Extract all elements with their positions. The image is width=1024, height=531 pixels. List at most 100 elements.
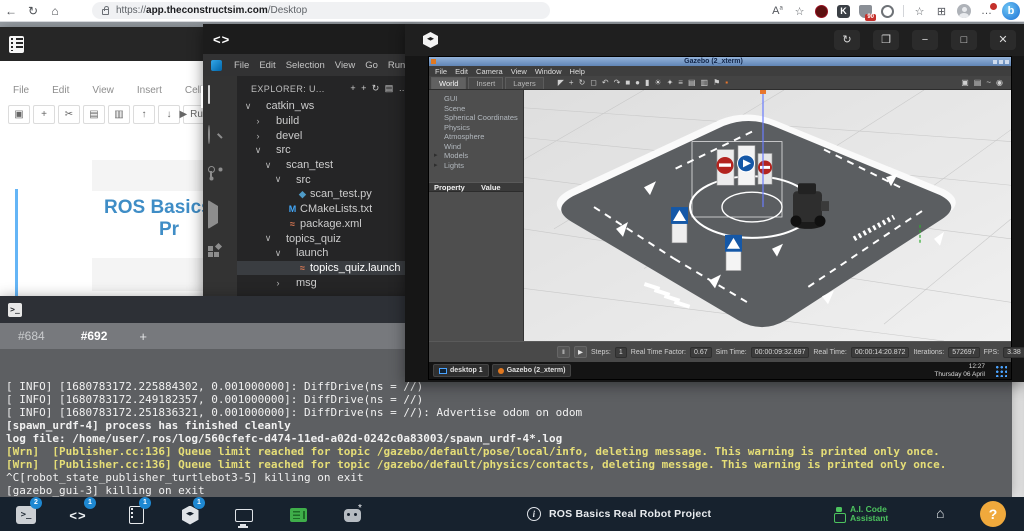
xterm-minimize-icon[interactable] [993,59,997,64]
tree-item[interactable]: › msg [237,275,412,290]
reload-icon[interactable]: ↻ [22,4,44,18]
cylinder-icon[interactable]: ▮ [645,78,649,87]
tree-item[interactable]: ∨ scan_test [237,158,412,173]
project-info[interactable]: i ROS Basics Real Robot Project [527,497,711,531]
terminal-tab[interactable]: #692 [63,323,126,349]
new-folder-icon[interactable]: + [361,83,367,94]
tree-item[interactable]: › devel [237,128,412,143]
gazebo-menu-item[interactable]: File [435,67,447,76]
save-button[interactable]: ▣ [8,105,30,124]
new-file-icon[interactable]: + [350,83,356,94]
help-button[interactable]: ? [980,501,1006,527]
xterm-maximize-icon[interactable] [999,59,1003,64]
cut-cell-button[interactable]: ✂ [58,105,80,124]
paste-icon[interactable]: ▥ [701,78,709,87]
workspace-grid-icon[interactable] [994,364,1007,377]
move-cell-up-button[interactable]: ↑ [133,105,155,124]
adblock-shield-icon[interactable]: 90 [859,4,876,21]
home-button[interactable]: ⌂ [936,505,944,521]
pause-button[interactable]: ‖ [557,346,570,358]
vscode-titlebar[interactable]: <> [203,24,412,54]
gazebo-menu-item[interactable]: View [511,67,527,76]
source-control-activity-icon[interactable] [208,166,232,188]
video-record-icon[interactable]: ◉ [996,78,1003,87]
notebook-menu-item[interactable]: Cell [185,85,202,96]
insert-marker-icon[interactable]: ▪ [725,78,728,87]
collapse-folders-icon[interactable]: ▤ [385,83,394,94]
extension-circle-icon[interactable] [881,4,894,18]
taskbar-robot-button[interactable]: * [340,503,364,526]
undo-icon[interactable]: ↶ [602,78,609,87]
vscode-menu-item[interactable]: File [234,60,249,71]
desktop-taskbar-button[interactable]: desktop 1 [433,364,489,377]
screenshot-icon[interactable]: ▣ [961,78,969,87]
favorites-icon[interactable]: ☆ [913,5,926,18]
world-tree-item[interactable]: Physics [429,123,523,133]
more-menu-icon[interactable]: … [980,3,997,17]
site-settings-icon[interactable]: ☆ [793,5,806,18]
collections-icon[interactable]: ⊞ [935,5,948,18]
popout-button[interactable]: ❐ [873,30,899,50]
extension-k-icon[interactable]: K [837,4,850,18]
vscode-menu-item[interactable]: Run [388,60,405,71]
redo-icon[interactable]: ↷ [614,78,621,87]
directional-light-icon[interactable]: ≡ [678,78,683,87]
vscode-menu-item[interactable]: Selection [286,60,325,71]
notebook-menu-item[interactable]: File [13,85,29,96]
tree-item[interactable]: ≈ package.xml [237,217,412,232]
step-button[interactable]: ▶ [574,346,587,358]
add-cell-button[interactable]: + [33,105,55,124]
back-icon[interactable]: ← [0,4,22,18]
world-tree-item[interactable]: ▸ Models [429,151,523,161]
gazebo-panel-tab[interactable]: Insert [468,76,504,89]
world-tree-item[interactable]: GUI [429,94,523,104]
xterm-close-icon[interactable] [1005,59,1009,64]
refresh-explorer-icon[interactable]: ↻ [372,83,380,94]
tree-item[interactable]: › build [237,114,412,129]
tree-item[interactable]: ≈ topics_quiz.launch [237,260,412,276]
ai-code-assistant-button[interactable]: A.I. Code Assistant [833,497,888,531]
log-record-icon[interactable]: ▤ [974,78,982,87]
gazebo-menu-item[interactable]: Camera [476,67,503,76]
gazebo-viewport[interactable] [524,90,1011,341]
terminal-tab[interactable]: #684 [0,323,63,349]
paste-cell-button[interactable]: ▥ [108,105,130,124]
gazebo-panel-tab[interactable]: World [431,76,467,89]
gazebo-menu-item[interactable]: Window [535,67,562,76]
xterm-titlebar[interactable]: Gazebo (2_xterm) [429,57,1011,66]
steps-value[interactable]: 1 [614,346,627,358]
translate-icon[interactable]: + [569,78,574,87]
vscode-menu-item[interactable]: Go [365,60,378,71]
copy-icon[interactable]: ▤ [688,78,696,87]
bing-chat-icon[interactable]: b [1002,2,1020,20]
notebook-titlebar[interactable] [0,27,203,61]
world-tree-item[interactable]: Scene [429,104,523,114]
vscode-menu-item[interactable]: Edit [259,60,275,71]
tree-item[interactable]: ∨ topics_quiz [237,231,412,246]
gazebo-menu-item[interactable]: Help [570,67,585,76]
gazebo-menu-item[interactable]: Edit [455,67,468,76]
tree-item[interactable]: M CMakeLists.txt [237,202,412,217]
address-bar[interactable]: https://app.theconstructsim.com/Desktop [92,2,550,19]
move-cell-down-button[interactable]: ↓ [158,105,180,124]
notebook-menu-item[interactable]: Insert [137,85,162,96]
search-activity-icon[interactable] [208,125,232,148]
taskbar-course-button[interactable] [286,504,310,526]
rotate-icon[interactable]: ↻ [579,78,586,87]
tree-item[interactable]: ∨ launch [237,246,412,261]
snap-icon[interactable]: ⚑ [713,78,720,87]
explorer-activity-icon[interactable] [201,85,232,108]
world-tree-item[interactable]: Atmosphere [429,132,523,142]
sphere-icon[interactable]: ● [635,78,640,87]
run-cell-button[interactable]: ▶Run [179,105,203,124]
tree-item[interactable]: ∨ src [237,143,412,158]
taskbar-desktop-button[interactable] [232,504,256,526]
profile-avatar[interactable] [957,4,971,18]
close-button[interactable]: ✕ [990,30,1016,50]
world-tree-item[interactable]: ▸ Lights [429,161,523,171]
extension-red-icon[interactable] [815,4,828,18]
tree-item[interactable]: ∨ src [237,172,412,187]
scale-icon[interactable]: ◻ [590,78,597,87]
box-icon[interactable]: ■ [625,78,630,87]
run-debug-activity-icon[interactable] [208,200,232,229]
